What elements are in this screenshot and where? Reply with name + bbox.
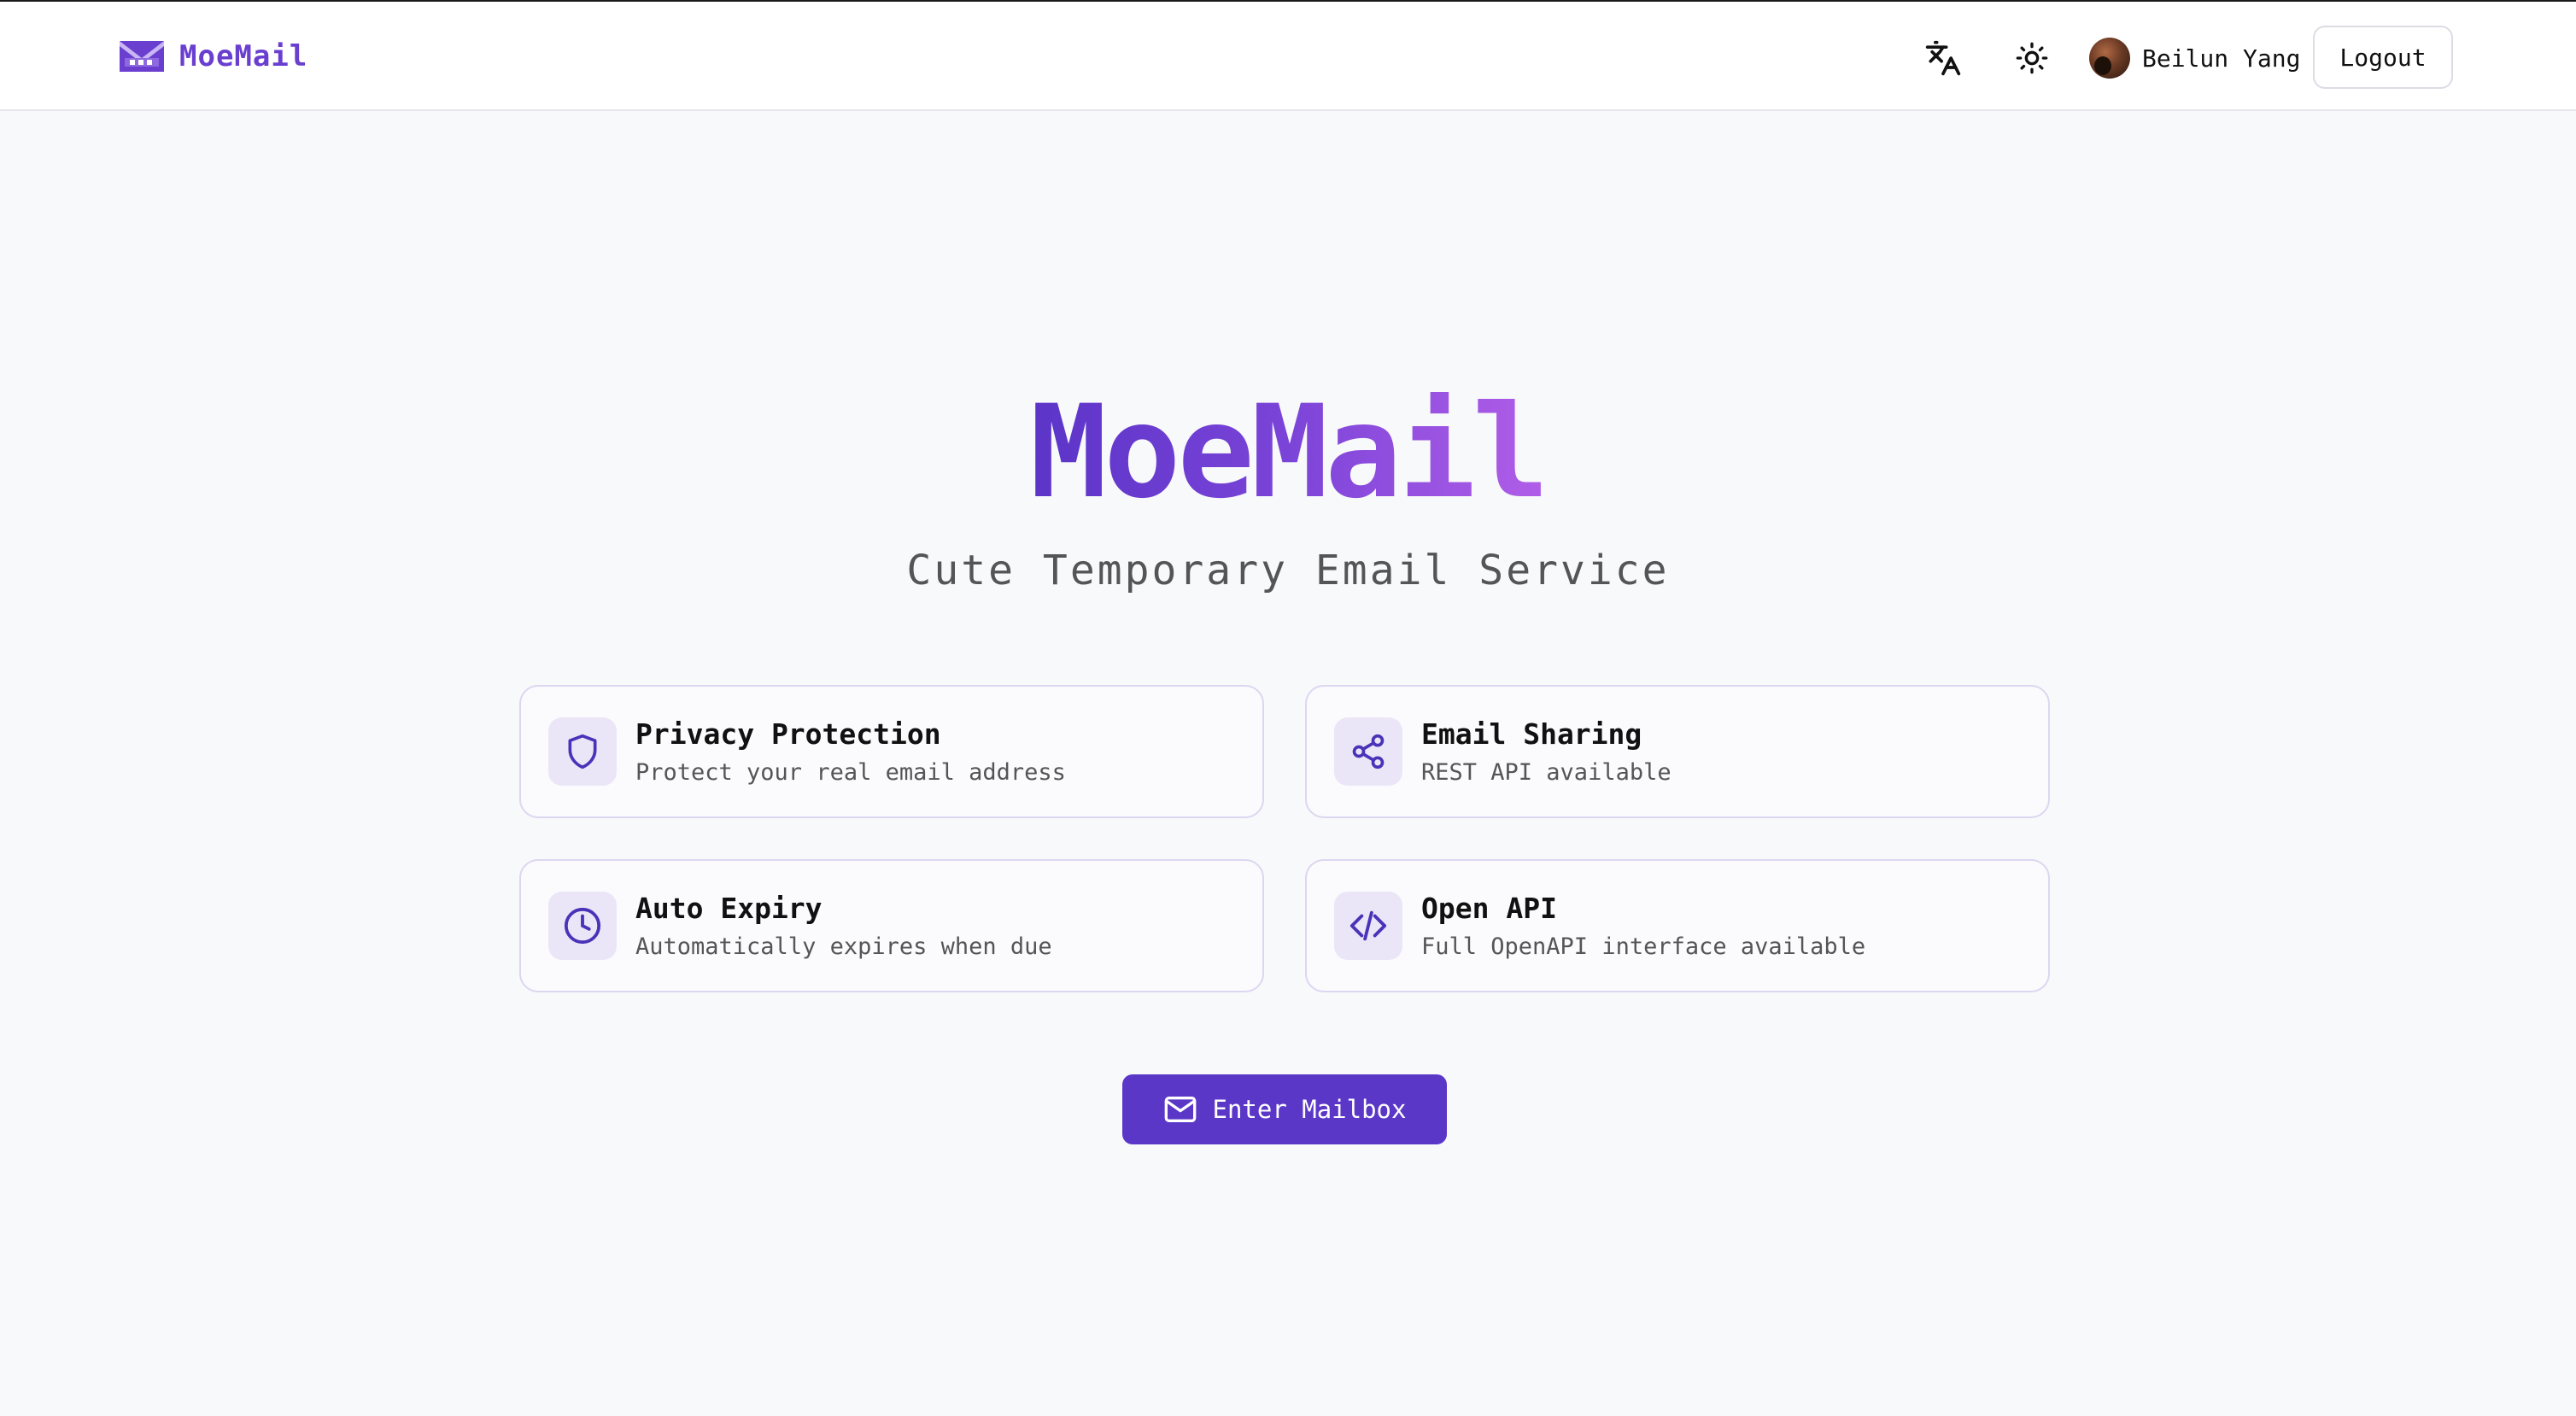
- feature-title: Open API: [1421, 892, 1557, 925]
- feature-card-privacy: Privacy Protection Protect your real ema…: [519, 685, 1264, 818]
- avatar: [2089, 38, 2130, 79]
- feature-description: REST API available: [1421, 759, 1671, 786]
- feature-description: Protect your real email address: [635, 759, 1066, 786]
- hero-title-text: MoeMail: [1029, 378, 1549, 527]
- feature-card-expiry: Auto Expiry Automatically expires when d…: [519, 859, 1264, 992]
- sun-icon: [2016, 42, 2048, 74]
- clock-icon: [564, 907, 601, 945]
- user-profile[interactable]: Beilun Yang: [2089, 36, 2300, 80]
- top-navbar: MoeMail Beilun Yang Logout: [0, 0, 2576, 111]
- brand-logo-link[interactable]: MoeMail: [120, 34, 307, 79]
- translate-icon: [1925, 40, 1961, 76]
- language-toggle-button[interactable]: [1917, 34, 1969, 82]
- code-icon: [1349, 910, 1387, 941]
- enter-mailbox-label: Enter Mailbox: [1212, 1095, 1407, 1124]
- user-name: Beilun Yang: [2142, 44, 2301, 73]
- hero-title: MoeMail: [0, 376, 2576, 530]
- enter-mailbox-button[interactable]: Enter Mailbox: [1122, 1074, 1447, 1144]
- shield-icon: [568, 734, 597, 769]
- logout-button[interactable]: Logout: [2313, 26, 2453, 89]
- brand-name: MoeMail: [179, 39, 308, 73]
- mail-icon: [1164, 1097, 1196, 1122]
- theme-toggle-button[interactable]: [2006, 34, 2058, 82]
- feature-icon-box: [548, 717, 617, 786]
- feature-description: Full OpenAPI interface available: [1421, 933, 1866, 960]
- feature-title: Email Sharing: [1421, 717, 1642, 751]
- feature-icon-box: [548, 892, 617, 960]
- feature-card-api: Open API Full OpenAPI interface availabl…: [1305, 859, 2050, 992]
- feature-title: Privacy Protection: [635, 717, 941, 751]
- feature-icon-box: [1334, 717, 1402, 786]
- feature-title: Auto Expiry: [635, 892, 823, 925]
- envelope-logo-icon: [120, 41, 164, 72]
- feature-card-sharing: Email Sharing REST API available: [1305, 685, 2050, 818]
- share-icon: [1352, 734, 1385, 769]
- feature-description: Automatically expires when due: [635, 933, 1052, 960]
- feature-icon-box: [1334, 892, 1402, 960]
- hero-subtitle: Cute Temporary Email Service: [906, 547, 1670, 594]
